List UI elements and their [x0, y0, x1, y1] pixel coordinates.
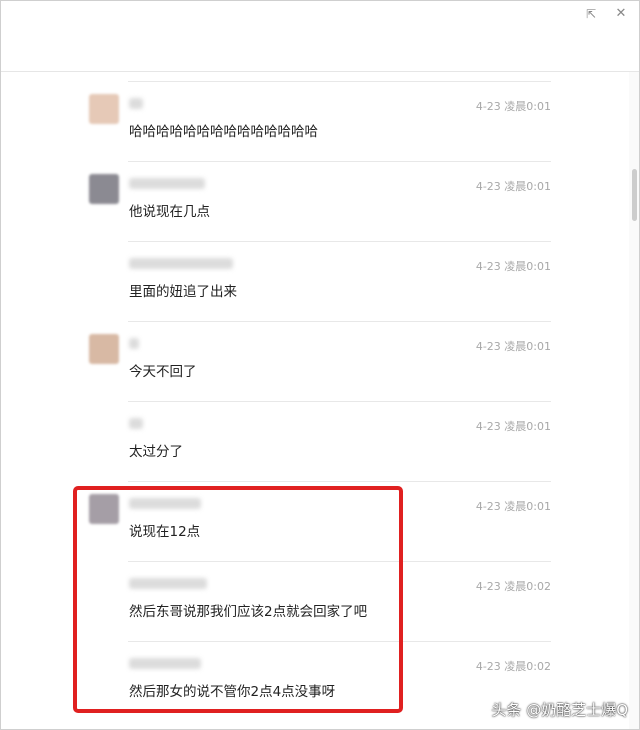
- message-item[interactable]: 4-23 凌晨0:01 今天不回了: [1, 311, 629, 391]
- sender-name-redacted: [129, 338, 139, 349]
- sender-name-redacted: [129, 258, 233, 269]
- message-timestamp: 4-23 凌晨0:01: [475, 500, 551, 513]
- message-timestamp: 4-23 凌晨0:01: [475, 260, 551, 273]
- sender-name-redacted: [129, 98, 143, 109]
- message-text: 他说现在几点: [129, 204, 210, 220]
- message-text: 今天不回了: [129, 364, 197, 380]
- close-icon[interactable]: ✕: [614, 7, 628, 21]
- message-timestamp: 4-23 凌晨0:02: [475, 660, 551, 673]
- message-item[interactable]: 4-23 凌晨0:01 他说现在几点: [1, 151, 629, 231]
- message-divider: [128, 161, 551, 162]
- message-timestamp: 4-23 凌晨0:01: [475, 100, 551, 113]
- watermark: 头条 @奶酪芝士爆Q: [491, 701, 628, 719]
- highlight-box: [73, 486, 403, 713]
- scrollbar[interactable]: [629, 72, 639, 729]
- message-divider: [128, 481, 551, 482]
- message-item[interactable]: 4-23 凌晨0:01 太过分了: [1, 391, 629, 471]
- message-divider: [128, 321, 551, 322]
- share-icon[interactable]: ⇱: [584, 7, 598, 21]
- sender-name-redacted: [129, 178, 205, 189]
- message-timestamp: 4-23 凌晨0:01: [475, 180, 551, 193]
- scrollbar-thumb[interactable]: [632, 169, 637, 221]
- message-divider: [128, 401, 551, 402]
- message-item[interactable]: 4-23 凌晨0:01 哈哈哈哈哈哈哈哈哈哈哈哈哈哈: [1, 72, 629, 151]
- message-timestamp: 4-23 凌晨0:01: [475, 340, 551, 353]
- message-divider: [128, 241, 551, 242]
- message-timestamp: 4-23 凌晨0:01: [475, 420, 551, 433]
- message-divider: [128, 81, 551, 82]
- message-timestamp: 4-23 凌晨0:02: [475, 580, 551, 593]
- message-text: 里面的妞追了出来: [129, 284, 237, 300]
- sender-name-redacted: [129, 418, 143, 429]
- title-bar: ⇱ ✕: [1, 1, 639, 72]
- avatar[interactable]: [89, 94, 119, 124]
- message-text: 太过分了: [129, 444, 183, 460]
- avatar[interactable]: [89, 174, 119, 204]
- message-item[interactable]: 4-23 凌晨0:01 里面的妞追了出来: [1, 231, 629, 311]
- message-text: 哈哈哈哈哈哈哈哈哈哈哈哈哈哈: [129, 124, 318, 140]
- avatar[interactable]: [89, 334, 119, 364]
